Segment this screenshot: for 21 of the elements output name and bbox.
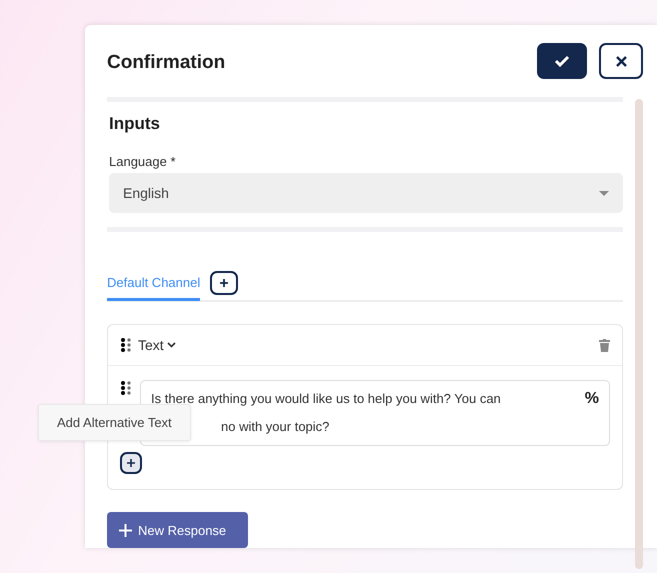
response-type-dropdown[interactable]: Text	[138, 337, 176, 353]
plus-icon	[119, 524, 132, 536]
chevron-down-icon	[166, 342, 176, 348]
field-label: Language *	[109, 154, 177, 169]
close-button[interactable]	[599, 43, 643, 79]
close-icon	[616, 56, 626, 66]
tooltip: Add Alternative Text	[38, 404, 191, 441]
trash-icon[interactable]	[599, 338, 610, 352]
new-response-button[interactable]: New Response	[107, 512, 248, 548]
check-icon	[554, 55, 570, 67]
add-channel-button[interactable]	[210, 271, 238, 295]
dropdown-arrow-icon	[599, 190, 609, 196]
language-select[interactable]: English	[109, 173, 623, 213]
section-title: Inputs	[109, 114, 161, 134]
drag-handle-icon[interactable]	[120, 380, 132, 396]
confirm-button[interactable]	[537, 43, 587, 79]
dialog-title: Confirmation	[107, 52, 226, 74]
plus-icon	[220, 279, 228, 287]
drag-handle-icon[interactable]	[120, 337, 132, 353]
add-alternative-button[interactable]	[120, 452, 142, 474]
variable-icon[interactable]: %	[584, 387, 599, 411]
